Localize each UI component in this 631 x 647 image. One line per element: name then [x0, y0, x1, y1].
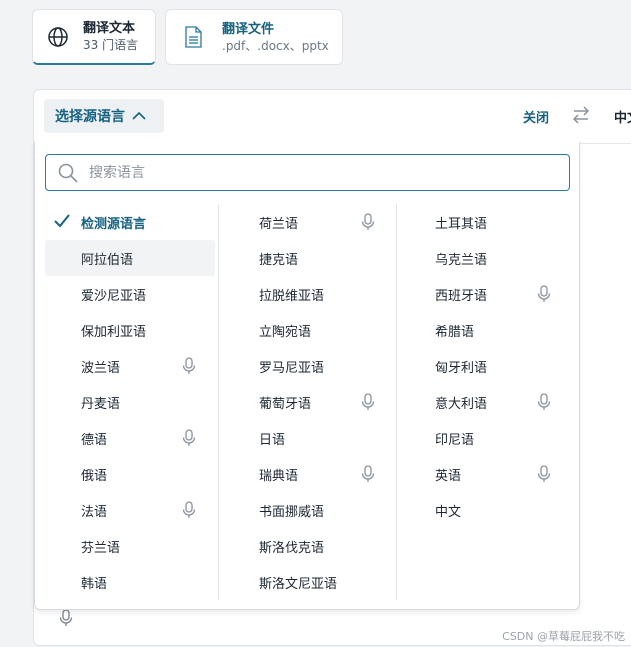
select-source-language-button[interactable]: 选择源语言 — [44, 99, 164, 133]
language-label: 拉脱维亚语 — [259, 288, 325, 304]
microphone-icon — [361, 213, 375, 235]
language-label: 意大利语 — [435, 396, 488, 412]
language-label: 西班牙语 — [435, 288, 488, 304]
language-option[interactable]: 检测源语言 — [45, 204, 215, 240]
language-option[interactable]: 斯洛伐克语 — [219, 528, 397, 564]
language-column-2: 荷兰语捷克语拉脱维亚语立陶宛语罗马尼亚语葡萄牙语日语瑞典语书面挪威语斯洛伐克语斯… — [218, 204, 397, 600]
target-language-selector[interactable]: 中文 — [614, 107, 631, 126]
language-label: 韩语 — [81, 576, 108, 592]
language-option[interactable]: 斯洛文尼亚语 — [219, 564, 397, 600]
microphone-icon — [361, 465, 375, 487]
language-column-1: 检测源语言阿拉伯语爱沙尼亚语保加利亚语波兰语丹麦语德语俄语法语芬兰语韩语 — [45, 204, 223, 600]
language-label: 芬兰语 — [81, 540, 121, 556]
language-option[interactable]: 荷兰语 — [219, 204, 397, 240]
language-option[interactable]: 土耳其语 — [397, 204, 575, 240]
language-label: 希腊语 — [435, 324, 475, 340]
language-label: 瑞典语 — [259, 468, 299, 484]
language-label: 丹麦语 — [81, 396, 121, 412]
language-option[interactable]: 葡萄牙语 — [219, 384, 397, 420]
language-option[interactable]: 捷克语 — [219, 240, 397, 276]
language-label: 爱沙尼亚语 — [81, 288, 147, 304]
microphone-icon — [537, 465, 551, 487]
language-label: 斯洛伐克语 — [259, 540, 325, 556]
language-option[interactable]: 罗马尼亚语 — [219, 348, 397, 384]
language-option[interactable]: 希腊语 — [397, 312, 575, 348]
language-option[interactable]: 西班牙语 — [397, 276, 575, 312]
language-label: 保加利亚语 — [81, 324, 147, 340]
language-option[interactable]: 意大利语 — [397, 384, 575, 420]
language-option[interactable]: 保加利亚语 — [45, 312, 215, 348]
language-option[interactable]: 法语 — [45, 492, 215, 528]
translator-panel: 选择源语言 关闭 中文 检测源语言阿拉伯语爱沙尼亚语保加利亚 — [33, 89, 631, 646]
language-option[interactable]: 德语 — [45, 420, 215, 456]
language-option[interactable]: 日语 — [219, 420, 397, 456]
language-label: 中文 — [435, 504, 462, 520]
language-column-3: 土耳其语乌克兰语西班牙语希腊语匈牙利语意大利语印尼语英语中文 — [396, 204, 575, 600]
language-label: 葡萄牙语 — [259, 396, 312, 412]
tab-title: 翻译文本 — [83, 21, 136, 36]
microphone-icon — [182, 429, 196, 451]
language-label: 罗马尼亚语 — [259, 360, 325, 376]
language-label: 荷兰语 — [259, 216, 299, 232]
microphone-icon — [59, 609, 73, 626]
tab-subtitle: 33 门语言 — [83, 38, 139, 52]
checkmark-icon — [54, 214, 70, 232]
language-option[interactable]: 爱沙尼亚语 — [45, 276, 215, 312]
swap-icon — [572, 106, 590, 124]
language-label: 书面挪威语 — [259, 504, 325, 520]
language-option[interactable]: 拉脱维亚语 — [219, 276, 397, 312]
language-option[interactable]: 芬兰语 — [45, 528, 215, 564]
language-label: 德语 — [81, 432, 108, 448]
microphone-icon — [537, 285, 551, 307]
microphone-button[interactable] — [59, 609, 73, 631]
language-option[interactable]: 阿拉伯语 — [45, 240, 215, 276]
search-icon — [58, 163, 78, 183]
tab-translate-text[interactable]: 翻译文本 33 门语言 — [32, 9, 156, 65]
language-option[interactable]: 丹麦语 — [45, 384, 215, 420]
language-option[interactable]: 书面挪威语 — [219, 492, 397, 528]
language-search-box[interactable] — [45, 154, 570, 191]
language-label: 匈牙利语 — [435, 360, 488, 376]
language-label: 土耳其语 — [435, 216, 488, 232]
language-label: 俄语 — [81, 468, 108, 484]
language-option[interactable]: 印尼语 — [397, 420, 575, 456]
language-label: 检测源语言 — [81, 216, 147, 232]
language-label: 乌克兰语 — [435, 252, 488, 268]
language-label: 印尼语 — [435, 432, 475, 448]
language-option[interactable]: 瑞典语 — [219, 456, 397, 492]
document-icon — [184, 26, 202, 48]
microphone-icon — [182, 501, 196, 523]
language-label: 阿拉伯语 — [81, 252, 134, 268]
source-button-label: 选择源语言 — [55, 109, 125, 125]
language-option[interactable]: 波兰语 — [45, 348, 215, 384]
language-option[interactable]: 英语 — [397, 456, 575, 492]
swap-languages-button[interactable] — [571, 105, 591, 129]
language-label: 波兰语 — [81, 360, 121, 376]
watermark: CSDN @草莓屁屁我不吃 — [502, 630, 625, 643]
tab-translate-files[interactable]: 翻译文件 .pdf、.docx、pptx — [165, 9, 343, 65]
language-option[interactable]: 俄语 — [45, 456, 215, 492]
source-language-dropdown: 检测源语言阿拉伯语爱沙尼亚语保加利亚语波兰语丹麦语德语俄语法语芬兰语韩语 荷兰语… — [34, 142, 580, 610]
language-label: 捷克语 — [259, 252, 299, 268]
tab-title: 翻译文件 — [222, 21, 275, 37]
chevron-up-icon — [132, 111, 146, 120]
language-option[interactable]: 中文 — [397, 492, 575, 528]
language-label: 英语 — [435, 468, 462, 484]
language-search-input[interactable] — [87, 163, 561, 182]
language-label: 斯洛文尼亚语 — [259, 576, 338, 592]
close-button[interactable]: 关闭 — [523, 107, 549, 126]
language-option[interactable]: 韩语 — [45, 564, 215, 600]
language-option[interactable]: 立陶宛语 — [219, 312, 397, 348]
language-option[interactable]: 匈牙利语 — [397, 348, 575, 384]
tab-subtitle: .pdf、.docx、pptx — [222, 38, 329, 53]
globe-icon — [47, 26, 69, 48]
language-option[interactable]: 乌克兰语 — [397, 240, 575, 276]
language-label: 日语 — [259, 432, 286, 448]
microphone-icon — [361, 393, 375, 415]
language-label: 立陶宛语 — [259, 324, 312, 340]
language-label: 法语 — [81, 504, 108, 520]
microphone-icon — [537, 393, 551, 415]
microphone-icon — [182, 357, 196, 379]
